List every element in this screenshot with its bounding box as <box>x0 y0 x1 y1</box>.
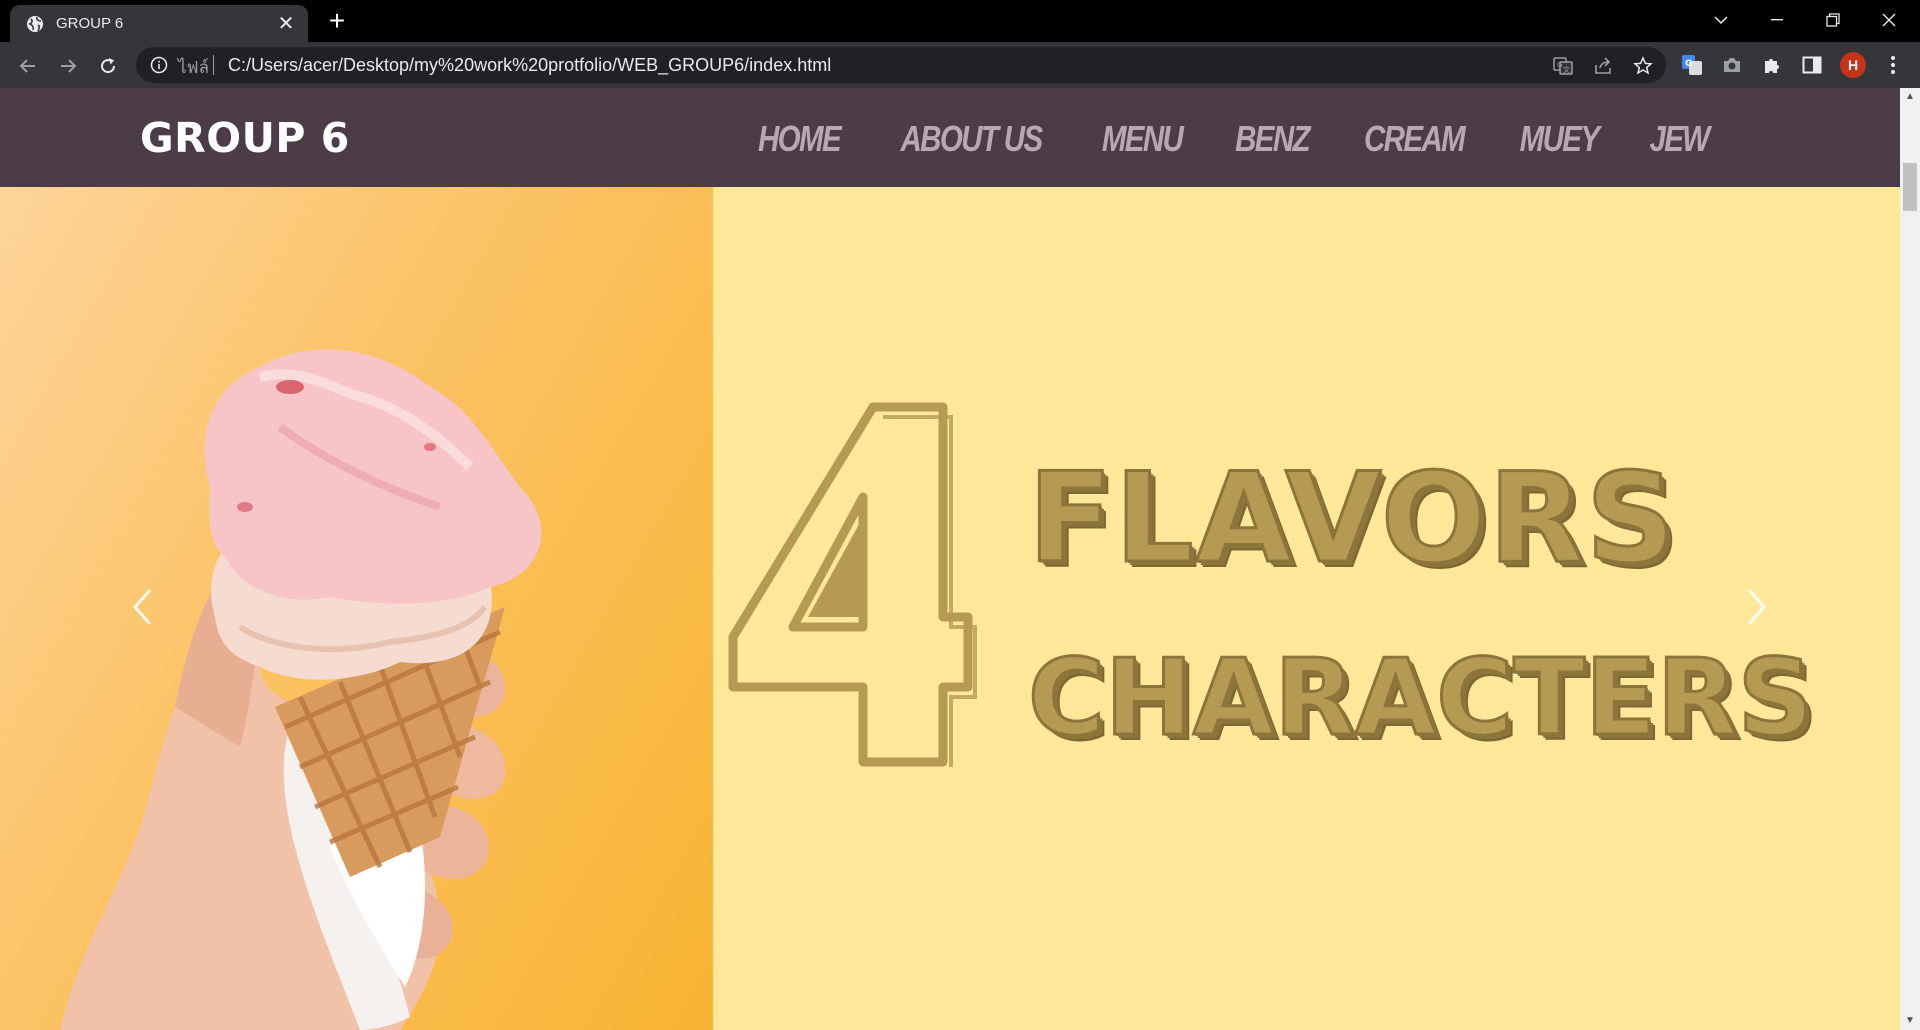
profile-avatar[interactable]: H <box>1840 52 1866 78</box>
hero-line-characters: CHARACTERS <box>1026 636 1814 761</box>
nav-link-benz[interactable]: BENZ <box>1235 118 1310 160</box>
puzzle-icon[interactable] <box>1759 52 1785 78</box>
omnibox-divider <box>213 55 214 75</box>
nav-link-about-us[interactable]: ABOUT US <box>900 118 1043 160</box>
new-tab-button[interactable]: + <box>322 6 352 36</box>
url-scheme-label: ไฟล์ <box>178 58 210 77</box>
scroll-thumb[interactable] <box>1903 163 1917 211</box>
scroll-up-arrow-icon[interactable]: ▲ <box>1900 88 1920 106</box>
star-icon[interactable] <box>1632 55 1654 77</box>
ice-cream-cone-photo <box>0 187 713 1030</box>
scroll-down-arrow-icon[interactable]: ▼ <box>1900 1012 1920 1030</box>
window-close-icon[interactable] <box>1861 0 1917 40</box>
globe-icon <box>27 15 43 32</box>
browser-tab-bar: GROUP 6 ✕ + <box>0 0 1920 42</box>
camera-icon[interactable] <box>1719 52 1745 78</box>
site-menu: HOME ABOUT US MENU BENZ CREAM MUEY JEW <box>749 118 1715 160</box>
share-icon[interactable] <box>1592 55 1614 77</box>
hero-carousel: FLAVORS CHARACTERS <box>0 187 1900 1030</box>
tab-search-icon[interactable] <box>1693 0 1749 40</box>
page-scrollbar[interactable]: ▲ ▼ <box>1900 88 1920 1030</box>
hero-headline: FLAVORS CHARACTERS <box>723 387 1893 767</box>
carousel-prev-button[interactable] <box>122 582 162 632</box>
back-icon[interactable] <box>12 50 44 82</box>
tab-title: GROUP 6 <box>56 15 124 32</box>
carousel-next-button[interactable] <box>1737 582 1777 632</box>
info-icon[interactable] <box>150 56 168 74</box>
browser-toolbar: ไฟล์ C:/Users/acer/Desktop/my%20work%20p… <box>0 42 1920 88</box>
browser-tab[interactable]: GROUP 6 ✕ <box>10 5 308 42</box>
site-brand[interactable]: GROUP 6 <box>140 114 350 162</box>
chevron-left-icon <box>132 589 152 625</box>
google-translate-extension-icon[interactable]: G <box>1679 52 1705 78</box>
kebab-menu-icon[interactable] <box>1880 52 1906 78</box>
restore-icon[interactable] <box>1805 0 1861 40</box>
url-text[interactable]: C:/Users/acer/Desktop/my%20work%20protfo… <box>228 55 831 76</box>
reload-icon[interactable] <box>92 50 124 82</box>
forward-icon[interactable] <box>52 50 84 82</box>
nav-link-jew[interactable]: JEW <box>1649 118 1710 160</box>
nav-link-home[interactable]: HOME <box>758 118 842 160</box>
side-panel-icon[interactable] <box>1799 52 1825 78</box>
svg-text:G: G <box>1557 61 1562 69</box>
site-navbar: GROUP 6 HOME ABOUT US MENU BENZ CREAM MU… <box>0 88 1900 187</box>
svg-text:G: G <box>1685 59 1692 69</box>
nav-link-menu[interactable]: MENU <box>1102 118 1184 160</box>
chevron-right-icon <box>1747 589 1767 625</box>
tab-close-button[interactable]: ✕ <box>276 14 296 34</box>
svg-text:文: 文 <box>1563 65 1570 74</box>
translate-icon[interactable]: G文 <box>1552 55 1574 77</box>
address-bar[interactable]: ไฟล์ C:/Users/acer/Desktop/my%20work%20p… <box>136 47 1666 83</box>
hero-line-flavors: FLAVORS <box>1026 446 1678 593</box>
nav-link-muey[interactable]: MUEY <box>1520 118 1600 160</box>
minimize-icon[interactable] <box>1749 0 1805 40</box>
nav-link-cream[interactable]: CREAM <box>1364 118 1466 160</box>
number-four-graphic <box>728 402 977 767</box>
page-viewport: GROUP 6 HOME ABOUT US MENU BENZ CREAM MU… <box>0 88 1900 1030</box>
